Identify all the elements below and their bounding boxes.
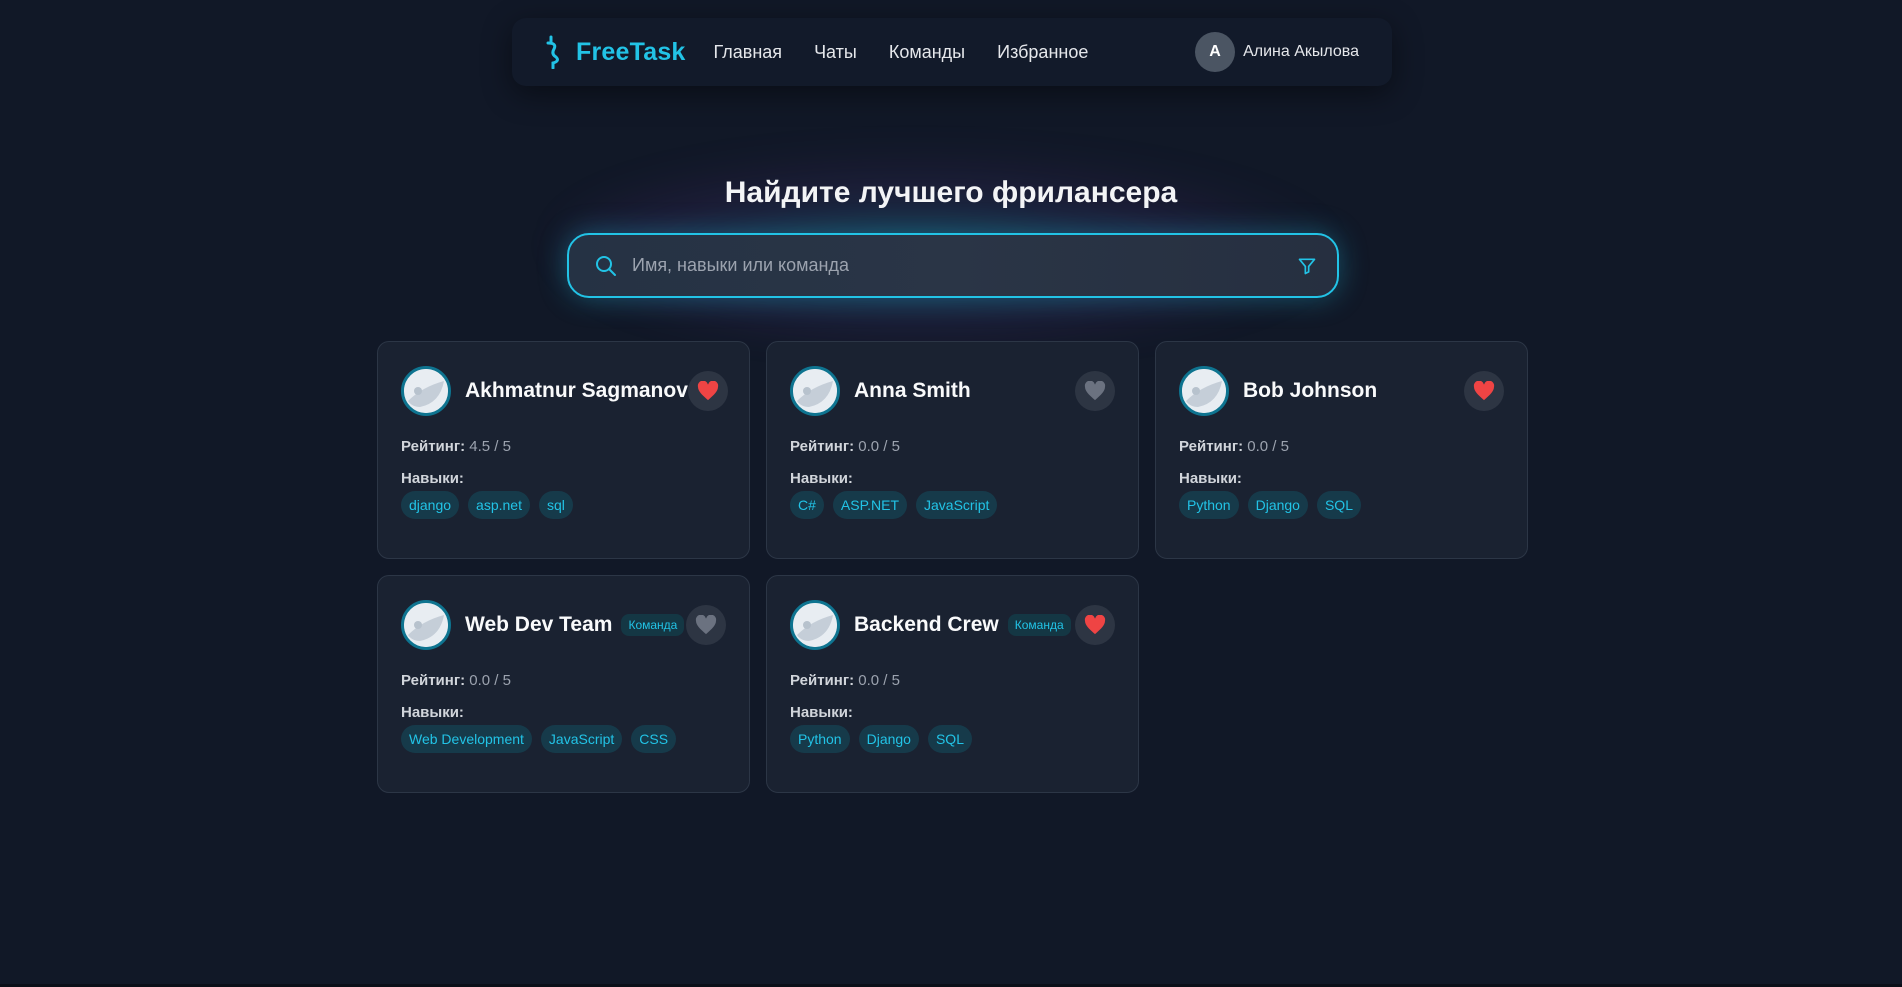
navbar: FreeTask Главная Чаты Команды Избранное … [512,18,1392,86]
favorite-button[interactable] [686,605,726,645]
rating-value: 4.5 / 5 [469,438,511,455]
nav-link-favorites[interactable]: Избранное [997,42,1088,63]
nav-link-teams[interactable]: Команды [889,42,965,63]
skills-label: Навыки: [1179,470,1242,487]
freelancer-card[interactable]: Anna Smith Рейтинг: 0.0 / 5 Навыки: C# A… [766,341,1139,559]
avatar [790,600,840,650]
rating-label: Рейтинг: [1179,438,1244,455]
skills-label: Навыки: [401,470,464,487]
favorite-button[interactable] [687,371,728,411]
skill-tag: Python [790,725,850,753]
skill-tag: JavaScript [540,725,623,753]
team-card[interactable]: Web Dev Team Команда Рейтинг: 0.0 / 5 На… [377,575,750,793]
rating: Рейтинг: 0.0 / 5 [790,438,900,455]
avatar [401,366,451,416]
search-input[interactable] [632,235,1297,296]
card-name: Akhmatnur Sagmanov [465,379,688,402]
rating: Рейтинг: 4.5 / 5 [401,438,511,455]
card-name: Anna Smith [854,379,971,402]
skills-list: Web Development JavaScript CSS [401,725,685,753]
rating-value: 0.0 / 5 [858,672,900,689]
skill-tag: ASP.NET [832,491,908,519]
nav-links: Главная Чаты Команды Избранное [714,42,1121,63]
skill-tag: SQL [1316,491,1361,519]
heart-icon [1084,381,1106,401]
favorite-button[interactable] [1075,605,1115,645]
avatar [401,600,451,650]
user-name: Алина Акылова [1243,43,1359,60]
rating: Рейтинг: 0.0 / 5 [401,672,511,689]
skill-tag: CSS [631,725,677,753]
heart-icon [1084,615,1106,635]
dollar-logo-icon [546,35,559,69]
rating-value: 0.0 / 5 [1247,438,1289,455]
skills-list: Python Django SQL [790,725,981,753]
rating: Рейтинг: 0.0 / 5 [790,672,900,689]
card-name: Bob Johnson [1243,379,1378,402]
skills-label: Навыки: [401,704,464,721]
freelancer-card[interactable]: Bob Johnson Рейтинг: 0.0 / 5 Навыки: Pyt… [1155,341,1528,559]
team-card[interactable]: Backend Crew Команда Рейтинг: 0.0 / 5 На… [766,575,1139,793]
user-menu[interactable]: A Алина Акылова [1195,32,1359,72]
skills-label: Навыки: [790,470,853,487]
rating: Рейтинг: 0.0 / 5 [1179,438,1289,455]
favorite-button[interactable] [1075,371,1115,411]
user-avatar: A [1195,32,1236,72]
logo-text: FreeTask [576,37,686,66]
rating-value: 0.0 / 5 [858,438,900,455]
skills-list: C# ASP.NET JavaScript [790,491,1006,519]
nav-link-chats[interactable]: Чаты [814,42,857,63]
skill-tag: django [401,491,460,519]
skill-tag: asp.net [468,491,530,519]
skill-tag: sql [538,491,573,519]
search-bar [567,233,1339,298]
nav-link-home[interactable]: Главная [714,42,783,63]
rating-label: Рейтинг: [401,438,466,455]
skills-list: django asp.net sql [401,491,582,519]
page: FreeTask Главная Чаты Команды Избранное … [0,0,1902,987]
avatar [790,366,840,416]
skills-list: Python Django SQL [1179,491,1370,519]
heart-icon [697,381,718,401]
skill-tag: Python [1179,491,1239,519]
page-title: Найдите лучшего фрилансера [724,176,1178,209]
skill-tag: Django [1247,491,1308,519]
team-badge: Команда [1007,614,1071,636]
rating-label: Рейтинг: [790,672,855,689]
filter-icon[interactable] [1297,256,1317,276]
card-name: Web Dev Team [465,613,613,636]
rating-label: Рейтинг: [401,672,466,689]
skill-tag: Web Development [401,725,532,753]
heart-icon [1473,381,1495,401]
search-icon [594,254,618,278]
heart-icon [695,615,717,635]
card-name: Backend Crew [854,613,999,636]
skill-tag: C# [790,491,824,519]
freelancer-card[interactable]: Akhmatnur Sagmanov Рейтинг: 4.5 / 5 Навы… [377,341,750,559]
skill-tag: Django [858,725,919,753]
rating-value: 0.0 / 5 [469,672,511,689]
team-badge: Команда [621,614,685,636]
favorite-button[interactable] [1464,371,1504,411]
skill-tag: JavaScript [916,491,998,519]
avatar [1179,366,1229,416]
skills-label: Навыки: [790,704,853,721]
skill-tag: SQL [927,725,972,753]
rating-label: Рейтинг: [790,438,855,455]
logo[interactable]: FreeTask [542,35,686,69]
